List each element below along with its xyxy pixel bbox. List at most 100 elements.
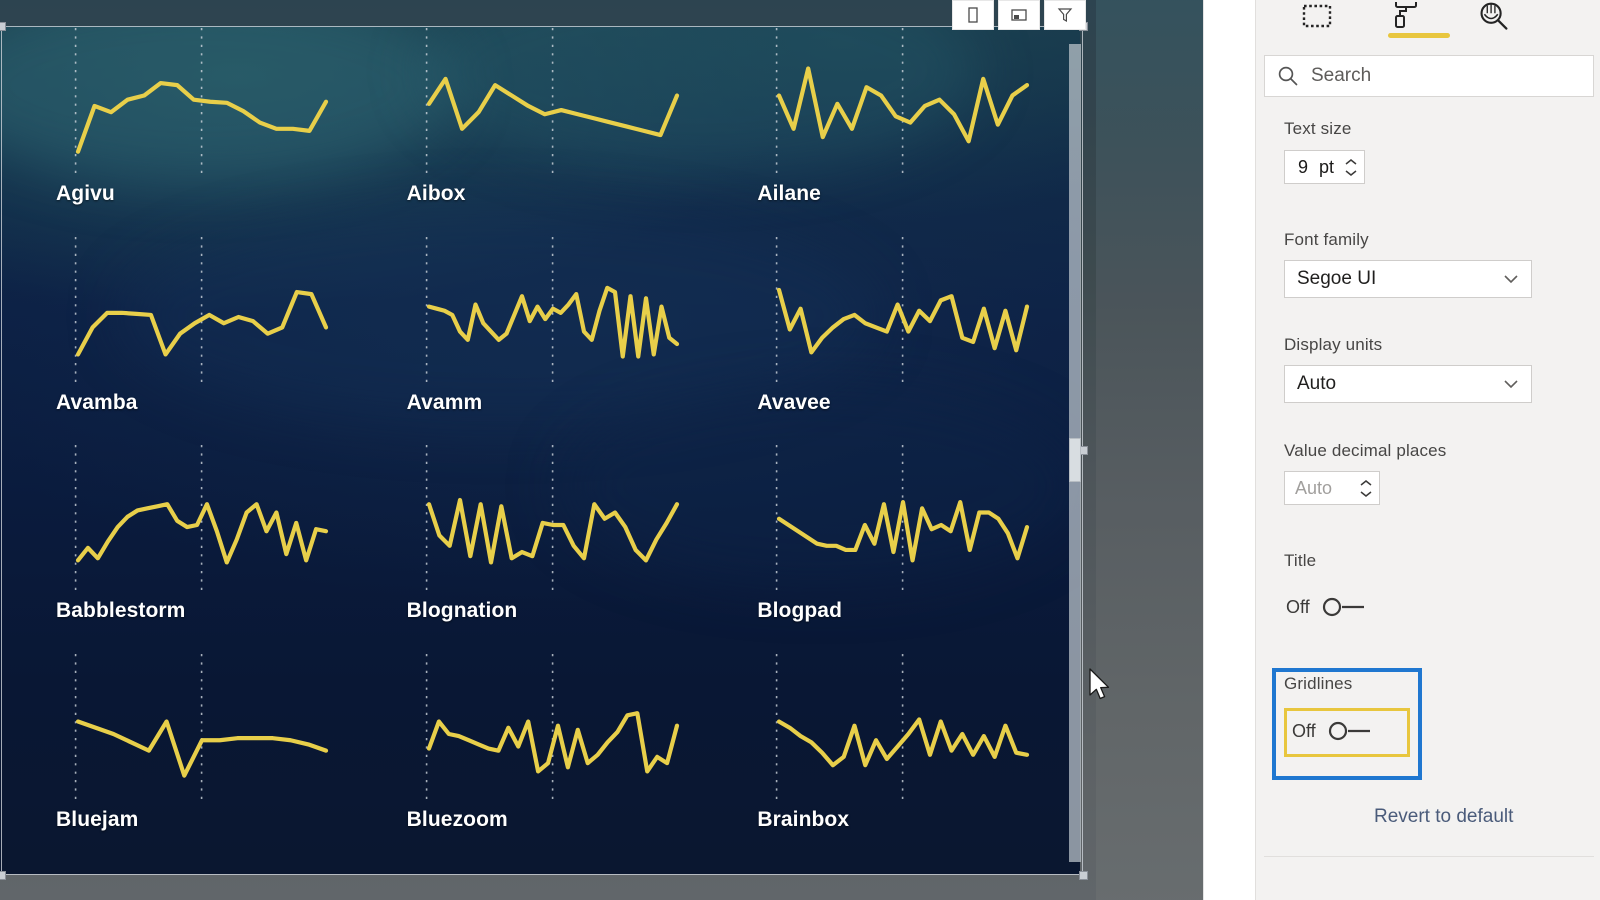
small-multiple-panel[interactable]: Avavee [715,236,1066,452]
chevron-up-icon[interactable] [1344,158,1358,166]
dashed-rectangle-icon [1302,4,1332,28]
visual-header-buttons[interactable] [952,0,1086,30]
sparkline-series [777,500,1030,563]
small-multiple-title: Blogpad [757,599,843,622]
pane-gutter-divider [1203,0,1204,900]
small-multiple-title: Aibox [406,182,466,205]
sparkline-plot [407,653,687,804]
resize-handle-top-left[interactable] [0,22,6,31]
small-multiple-panel[interactable]: Avamba [14,236,365,452]
filter-icon[interactable] [1044,0,1086,30]
display-units-dropdown[interactable]: Auto [1284,365,1532,403]
value-decimal-places-value: Auto [1295,477,1333,498]
small-multiple-title: Avamba [56,390,138,414]
revert-to-default-link[interactable]: Revert to default [1374,806,1513,828]
small-multiple-title: Ailane [757,182,821,205]
screen-root: Agivu Aibox Ailane Avamba Avamm Avavee Babbles… [0,0,1600,900]
chevron-up-icon[interactable] [1359,479,1373,487]
small-multiple-title: Avavee [757,390,831,414]
toggle-off-icon[interactable] [1326,720,1378,742]
sparkline-plot [407,236,687,387]
search-placeholder: Search [1311,65,1372,86]
resize-handle-bottom-right[interactable] [1079,871,1088,880]
focus-mode-icon[interactable] [952,0,994,30]
text-size-spinner[interactable] [1342,158,1358,177]
small-multiple-panel[interactable]: Avamm [365,236,716,452]
field-title: Title [1284,551,1316,571]
magnifier-paint-icon [1480,2,1508,30]
sparkline-plot [56,236,336,387]
value-decimal-places-label: Value decimal places [1284,441,1447,460]
small-multiple-title: Brainbox [757,807,850,831]
visual-plot-surface: Agivu Aibox Ailane Avamba Avamm Avavee Babbles… [0,26,1080,874]
small-multiple-panel[interactable]: Bluezoom [365,653,716,869]
search-icon [1278,66,1298,86]
sparkline-plot [56,28,336,178]
field-gridlines: Gridlines [1284,674,1352,694]
sparkline-plot [407,445,687,595]
small-multiple-title: Bluejam [56,807,139,831]
text-size-unit: pt [1319,156,1335,177]
pane-tab-visual[interactable] [1296,2,1338,40]
pane-tab-strip [1256,0,1600,42]
small-multiple-panel[interactable]: Brainbox [715,653,1066,869]
sparkline-plot [757,653,1037,804]
gridlines-toggle-switch[interactable] [1326,720,1378,742]
chevron-down-icon[interactable] [1344,169,1358,177]
field-display-units: Display units [1284,335,1382,355]
small-multiple-panel[interactable]: Bluejam [14,653,365,869]
font-family-dropdown[interactable]: Segoe UI [1284,260,1532,298]
sparkline-series [75,80,329,154]
small-multiple-panel[interactable]: Babblestorm [14,445,365,660]
display-units-label: Display units [1284,335,1383,354]
small-multiple-title: Agivu [56,182,115,205]
text-size-label: Text size [1284,119,1352,138]
small-multiple-panel[interactable]: Blognation [365,445,716,660]
toggle-off-icon[interactable] [1320,596,1372,618]
title-toggle-switch[interactable] [1320,596,1372,618]
sparkline-series [75,289,329,357]
title-toggle[interactable]: Off [1286,596,1372,618]
small-multiple-panel[interactable]: Aibox [365,28,716,243]
value-decimal-places-spinner[interactable] [1357,479,1373,498]
sparkline-plot [757,445,1037,595]
chevron-down-icon[interactable] [1503,379,1519,389]
small-multiple-title: Babblestorm [56,599,186,622]
chevron-down-icon[interactable] [1359,490,1373,498]
pane-section-divider [1264,856,1594,857]
resize-handle-bottom-left[interactable] [0,871,6,880]
more-options-icon[interactable] [998,0,1040,30]
sparkline-series [777,716,1030,767]
tab-active-underline [1388,33,1450,38]
field-font-family: Font family [1284,230,1369,250]
sparkline-series [777,287,1030,354]
visual-vertical-scrollbar-thumb[interactable] [1069,438,1081,482]
field-value-decimal-places: Value decimal places [1284,441,1446,461]
value-decimal-places-stepper[interactable]: Auto [1284,471,1380,505]
small-multiple-panel[interactable]: Agivu [14,28,365,243]
gridlines-toggle-state: Off [1292,720,1316,741]
small-multiple-title: Blognation [406,599,518,622]
format-pane: Search Text size 9 pt Font family Segoe … [1255,0,1600,900]
chevron-down-icon[interactable] [1503,274,1519,284]
sparkline-series [75,502,329,565]
gridlines-toggle[interactable]: Off [1292,720,1378,742]
small-multiple-panel[interactable]: Blogpad [715,445,1066,660]
small-multiple-panel[interactable]: Ailane [715,28,1066,243]
search-input[interactable]: Search [1264,55,1594,97]
pane-gutter [1203,0,1255,900]
sparkline-series [426,497,679,565]
small-multiple-title: Avamm [406,390,483,414]
font-family-label: Font family [1284,230,1369,249]
sparkline-plot [56,653,336,804]
sparkline-plot [407,28,687,178]
title-label: Title [1284,551,1317,570]
pane-tab-analytics[interactable] [1472,2,1514,40]
sparkline-visual[interactable]: Agivu Aibox Ailane Avamba Avamm Avavee Babbles… [0,0,1088,880]
title-toggle-state: Off [1286,596,1310,617]
pane-tab-format[interactable] [1384,2,1450,40]
text-size-value: 9 [1297,156,1308,177]
text-size-stepper[interactable]: 9 pt [1284,150,1366,184]
small-multiples-grid: Agivu Aibox Ailane Avamba Avamm Avavee Babbles… [0,26,1080,874]
display-units-value: Auto [1297,373,1337,394]
